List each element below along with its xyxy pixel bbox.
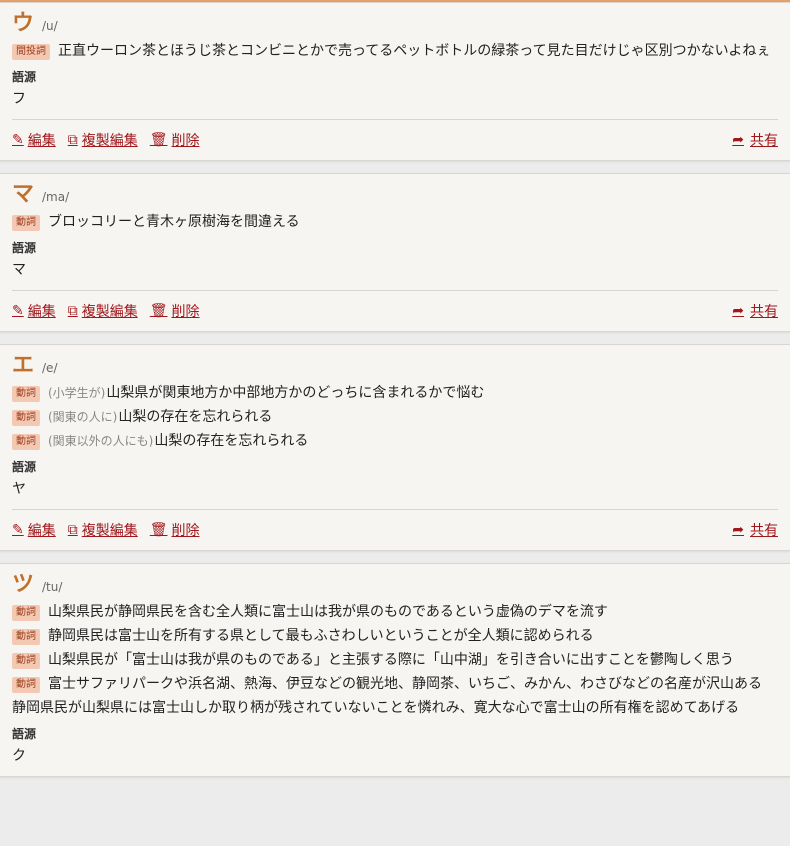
- sense-text: 静岡県民は富士山を所有する県として最もふさわしいということが全人類に認められる: [48, 628, 594, 644]
- edit-label: 編集: [27, 304, 56, 320]
- sense-main: 山梨の存在を忘れられる: [118, 409, 273, 425]
- edit-label: 編集: [27, 133, 56, 149]
- etymology-label: 語源: [12, 241, 37, 255]
- sense: 動詞 (関東以外の人にも)山梨の存在を忘れられる: [12, 429, 778, 453]
- entry-word: ツ: [12, 572, 35, 597]
- entry-card: エ /e/ 動詞 (小学生が)山梨県が関東地方か中部地方かのどっちに含まれるかで…: [0, 344, 790, 551]
- entry-pronunciation: /ma/: [42, 190, 70, 204]
- sense: 動詞 (小学生が)山梨県が関東地方か中部地方かのどっちに含まれるかで悩む: [12, 381, 778, 405]
- sense-main: 山梨県が関東地方か中部地方かのどっちに含まれるかで悩む: [106, 385, 485, 401]
- pos-badge: 動詞: [12, 386, 40, 402]
- sense: 動詞 山梨県民が「富士山は我が県のものである」と主張する際に「山中湖」を引き合い…: [12, 648, 778, 672]
- sense-text: 富士サファリパークや浜名湖、熱海、伊豆などの観光地、静岡茶、いちご、みかん、わさ…: [48, 676, 762, 692]
- etymology-label: 語源: [12, 70, 37, 84]
- sense-text: (小学生が)山梨県が関東地方か中部地方かのどっちに含まれるかで悩む: [48, 381, 778, 405]
- etymology-value: マ: [12, 262, 26, 278]
- share-label: 共有: [750, 133, 778, 149]
- sense-text: (関東以外の人にも)山梨の存在を忘れられる: [48, 429, 778, 453]
- copy-edit-label: 複製編集: [81, 133, 138, 149]
- sense-context: (関東の人に): [48, 410, 118, 424]
- share-label: 共有: [750, 523, 778, 539]
- sense: 動詞 (関東の人に)山梨の存在を忘れられる: [12, 405, 778, 429]
- sense: 動詞 富士サファリパークや浜名湖、熱海、伊豆などの観光地、静岡茶、いちご、みかん…: [12, 672, 778, 696]
- share-icon: ➦: [732, 303, 744, 319]
- sense-text: (関東の人に)山梨の存在を忘れられる: [48, 405, 778, 429]
- pos-badge: 動詞: [12, 410, 40, 426]
- pos-badge: 動詞: [12, 653, 40, 669]
- sense: 間投詞 正直ウーロン茶とほうじ茶とコンビニとかで売ってるペットボトルの緑茶って見…: [12, 39, 778, 63]
- copy-edit-button[interactable]: ⧉ 複製編集: [68, 520, 138, 540]
- copy-icon: ⧉: [67, 303, 78, 319]
- share-button[interactable]: ➦ 共有: [732, 520, 778, 540]
- pos-badge: 動詞: [12, 605, 40, 621]
- entry-pronunciation: /tu/: [42, 580, 63, 594]
- entry-actions: ✎ 編集 ⧉ 複製編集 🗑 削除 ➦ 共有: [12, 290, 778, 331]
- sense-text: 山梨県民が「富士山は我が県のものである」と主張する際に「山中湖」を引き合いに出す…: [48, 652, 734, 668]
- share-label: 共有: [750, 304, 778, 320]
- trash-icon: 🗑: [149, 522, 168, 538]
- entry-head: ツ /tu/: [12, 572, 778, 600]
- pos-badge: 動詞: [12, 629, 40, 645]
- etymology-label: 語源: [12, 460, 37, 474]
- sense-text: ブロッコリーと青木ヶ原樹海を間違える: [48, 214, 300, 230]
- entry-word: エ: [12, 353, 35, 378]
- delete-label: 削除: [171, 523, 200, 539]
- copy-edit-button[interactable]: ⧉ 複製編集: [68, 301, 138, 321]
- sense-main: 山梨の存在を忘れられる: [154, 433, 309, 449]
- sense-context: (小学生が): [48, 386, 106, 400]
- edit-label: 編集: [27, 523, 56, 539]
- entry-actions: ✎ 編集 ⧉ 複製編集 🗑 削除 ➦ 共有: [12, 119, 778, 160]
- copy-icon: ⧉: [67, 522, 78, 538]
- entry-head: マ /ma/: [12, 182, 778, 210]
- entry-pronunciation: /u/: [42, 19, 58, 33]
- copy-edit-label: 複製編集: [81, 523, 138, 539]
- sense: 動詞 静岡県民は富士山を所有する県として最もふさわしいということが全人類に認めら…: [12, 624, 778, 648]
- pos-badge: 間投詞: [12, 44, 50, 60]
- entry-actions: ✎ 編集 ⧉ 複製編集 🗑 削除 ➦ 共有: [12, 509, 778, 550]
- etymology-label: 語源: [12, 727, 37, 741]
- delete-label: 削除: [171, 133, 200, 149]
- edit-button[interactable]: ✎ 編集: [12, 301, 56, 321]
- etymology-value: ヤ: [12, 481, 26, 497]
- entry-card: マ /ma/ 動詞 ブロッコリーと青木ヶ原樹海を間違える 語源 マ ✎ 編集 ⧉ 複…: [0, 173, 790, 332]
- share-icon: ➦: [732, 522, 744, 538]
- share-button[interactable]: ➦ 共有: [732, 130, 778, 150]
- sense-continuation: 静岡県民が山梨県には富士山しか取り柄が残されていないことを憐れみ、寛大な心で富士…: [12, 700, 740, 716]
- pos-badge: 動詞: [12, 215, 40, 231]
- sense-context: (関東以外の人にも): [48, 434, 154, 448]
- entry-word: マ: [12, 182, 35, 207]
- entry-word: ウ: [12, 11, 35, 36]
- share-icon: ➦: [732, 132, 744, 148]
- delete-button[interactable]: 🗑 削除: [150, 130, 200, 150]
- entry-head: エ /e/: [12, 353, 778, 381]
- edit-icon: ✎: [12, 132, 24, 148]
- pos-badge: 動詞: [12, 677, 40, 693]
- edit-button[interactable]: ✎ 編集: [12, 130, 56, 150]
- sense-text: 正直ウーロン茶とほうじ茶とコンビニとかで売ってるペットボトルの緑茶って見た目だけ…: [58, 43, 771, 59]
- pos-badge: 動詞: [12, 434, 40, 450]
- sense-text: 山梨県民が静岡県民を含む全人類に富士山は我が県のものであるという虚偽のデマを流す: [48, 604, 608, 620]
- edit-icon: ✎: [12, 303, 24, 319]
- entry-card: ウ /u/ 間投詞 正直ウーロン茶とほうじ茶とコンビニとかで売ってるペットボトル…: [0, 2, 790, 161]
- copy-icon: ⧉: [67, 132, 78, 148]
- delete-button[interactable]: 🗑 削除: [150, 301, 200, 321]
- copy-edit-button[interactable]: ⧉ 複製編集: [68, 130, 138, 150]
- entry-pronunciation: /e/: [42, 361, 58, 375]
- etymology-value: フ: [12, 91, 26, 107]
- trash-icon: 🗑: [149, 132, 168, 148]
- sense: 動詞 ブロッコリーと青木ヶ原樹海を間違える: [12, 210, 778, 234]
- trash-icon: 🗑: [149, 303, 168, 319]
- delete-label: 削除: [171, 304, 200, 320]
- entry-card: ツ /tu/ 動詞 山梨県民が静岡県民を含む全人類に富士山は我が県のものであると…: [0, 563, 790, 777]
- copy-edit-label: 複製編集: [81, 304, 138, 320]
- sense: 動詞 山梨県民が静岡県民を含む全人類に富士山は我が県のものであるという虚偽のデマ…: [12, 600, 778, 624]
- delete-button[interactable]: 🗑 削除: [150, 520, 200, 540]
- edit-button[interactable]: ✎ 編集: [12, 520, 56, 540]
- entry-head: ウ /u/: [12, 11, 778, 39]
- edit-icon: ✎: [12, 522, 24, 538]
- share-button[interactable]: ➦ 共有: [732, 301, 778, 321]
- etymology-value: ク: [12, 748, 26, 764]
